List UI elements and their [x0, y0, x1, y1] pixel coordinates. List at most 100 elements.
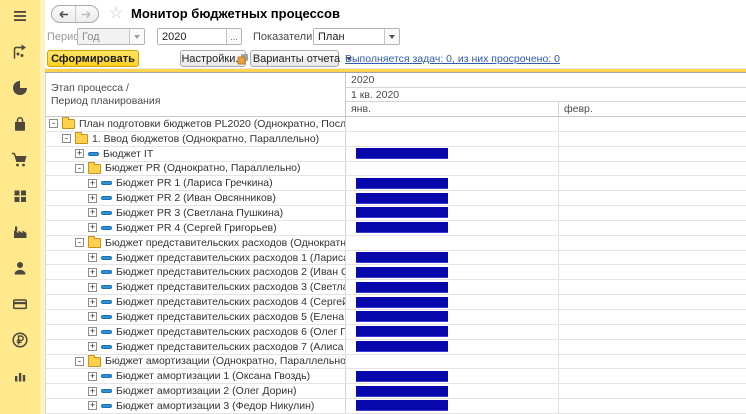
tree-cell: -1. Ввод бюджетов (Однократно, Параллель…	[46, 132, 346, 146]
pie-chart-icon[interactable]	[11, 79, 29, 97]
factory-icon[interactable]	[11, 223, 29, 241]
grid-icon[interactable]	[11, 187, 29, 205]
ruble-icon[interactable]	[11, 331, 29, 349]
report-variants-button[interactable]: Варианты отчета	[250, 50, 339, 67]
table-row[interactable]: -1. Ввод бюджетов (Однократно, Параллель…	[45, 132, 746, 147]
generate-button[interactable]: Сформировать	[47, 50, 139, 67]
table-row[interactable]: - Бюджет амортизации (Однократно, Паралле…	[45, 355, 746, 370]
table-row[interactable]: +Бюджет представительских расходов 5 (Ел…	[45, 310, 746, 325]
tree-cell: -Бюджет PR (Однократно, Параллельно)	[46, 162, 346, 176]
expand-icon[interactable]: +	[88, 253, 97, 262]
expand-icon[interactable]: +	[88, 342, 97, 351]
menu-icon[interactable]	[11, 7, 29, 25]
january-cell	[346, 280, 559, 294]
row-header-cell: Этап процесса / Период планирования	[46, 73, 346, 116]
table-row[interactable]: +Бюджет амортизации 2 (Олег Дорин)	[45, 384, 746, 399]
expand-icon[interactable]: +	[88, 327, 97, 336]
gantt-bar[interactable]	[356, 178, 448, 189]
expand-icon[interactable]: +	[88, 268, 97, 277]
gantt-bar[interactable]	[356, 222, 448, 233]
table-row[interactable]: +Бюджет PR 2 (Иван Овсянников)	[45, 191, 746, 206]
tree-cell: +Бюджет амортизации 2 (Олег Дорин)	[46, 384, 346, 398]
february-cell	[559, 310, 746, 324]
table-row[interactable]: -План подготовки бюджетов PL2020 (Однокр…	[45, 117, 746, 132]
row-label: Бюджет представительских расходов (Однок…	[105, 237, 346, 249]
year-input[interactable]: 2020 ...	[157, 28, 242, 45]
table-row[interactable]: +Бюджет представительских расходов 6 (Ол…	[45, 325, 746, 340]
report-form: ☆ Монитор бюджетных процессов Период: Го…	[45, 0, 746, 414]
table-row[interactable]: +Бюджет амортизации 3 (Федор Никулин)	[45, 399, 746, 414]
tree-cell: +Бюджет представительских расходов 2 (Ив…	[46, 265, 346, 279]
row-label: Бюджет PR 4 (Сергей Григорьев)	[116, 222, 277, 234]
expand-icon[interactable]: +	[88, 179, 97, 188]
table-row[interactable]: +Бюджет амортизации 1 (Оксана Гвоздь)	[45, 369, 746, 384]
gantt-bar[interactable]	[356, 371, 448, 382]
january-cell	[346, 384, 559, 398]
gantt-bar[interactable]	[356, 282, 448, 293]
table-row[interactable]: +Бюджет IT	[45, 147, 746, 162]
table-row[interactable]: - Бюджет представительских расходов (Одно…	[45, 236, 746, 251]
chevron-down-icon[interactable]	[384, 29, 399, 44]
gantt-bar[interactable]	[356, 207, 448, 218]
tasks-link[interactable]: Выполняется задач: 0, из них просрочено:…	[345, 53, 560, 65]
gantt-bar[interactable]	[356, 341, 448, 352]
indicators-combobox[interactable]: План	[313, 28, 400, 45]
year-ellipsis-button[interactable]: ...	[226, 29, 241, 44]
collapse-icon[interactable]: -	[75, 238, 84, 247]
february-cell	[559, 206, 746, 220]
table-row[interactable]: +Бюджет PR 3 (Светлана Пушкина)	[45, 206, 746, 221]
table-row[interactable]: + Бюджет PR 4 (Сергей Григорьев)	[45, 221, 746, 236]
table-body: -План подготовки бюджетов PL2020 (Однокр…	[45, 117, 746, 414]
february-cell	[559, 340, 746, 354]
january-cell	[346, 176, 559, 190]
collapse-icon[interactable]: -	[75, 164, 84, 173]
table-row[interactable]: +Бюджет представительских расходов 1 (Ла…	[45, 251, 746, 266]
table-row[interactable]: +Бюджет представительских расходов 4 (Се…	[45, 295, 746, 310]
gantt-bar[interactable]	[356, 326, 448, 337]
back-button[interactable]	[52, 6, 76, 22]
expand-icon[interactable]: +	[88, 372, 97, 381]
gantt-bar[interactable]	[356, 400, 448, 411]
person-icon[interactable]	[11, 259, 29, 277]
gantt-bar[interactable]	[356, 148, 448, 159]
february-cell	[559, 132, 746, 146]
collapse-icon[interactable]: -	[62, 134, 71, 143]
collapse-icon[interactable]: -	[49, 119, 58, 128]
gantt-bar[interactable]	[356, 252, 448, 263]
gantt-bar[interactable]	[356, 311, 448, 322]
row-label: Бюджет представительских расходов 7 (Али…	[116, 341, 346, 353]
collapse-icon[interactable]: -	[75, 357, 84, 366]
expand-icon[interactable]: +	[75, 149, 84, 158]
table-row[interactable]: + Бюджет представительских расходов 7 (Ал…	[45, 340, 746, 355]
bar-chart-icon[interactable]	[11, 367, 29, 385]
gantt-bar[interactable]	[356, 267, 448, 278]
january-cell	[346, 236, 559, 250]
expand-icon[interactable]: +	[88, 194, 97, 203]
expand-icon[interactable]: +	[88, 387, 97, 396]
table-row[interactable]: +Бюджет представительских расходов 3 (Св…	[45, 280, 746, 295]
gantt-bar[interactable]	[356, 193, 448, 204]
year-value: 2020	[158, 29, 226, 44]
expand-icon[interactable]: +	[88, 312, 97, 321]
favorite-star-icon[interactable]: ☆	[109, 3, 123, 23]
chevron-down-icon[interactable]	[129, 29, 144, 44]
expand-icon[interactable]: +	[88, 223, 97, 232]
expand-icon[interactable]: +	[88, 208, 97, 217]
forward-button[interactable]	[76, 6, 99, 22]
table-row[interactable]: +Бюджет PR 1 (Лариса Гречкина)	[45, 176, 746, 191]
credit-card-icon[interactable]	[11, 295, 29, 313]
expand-icon[interactable]: +	[88, 283, 97, 292]
gantt-bar[interactable]	[356, 297, 448, 308]
business-process-icon[interactable]	[11, 43, 29, 61]
period-combobox[interactable]: Год	[77, 28, 145, 45]
report-variants-icon	[237, 53, 249, 65]
gantt-bar[interactable]	[356, 386, 448, 397]
row-label: Бюджет амортизации (Однократно, Параллел…	[105, 355, 346, 367]
stage-icon	[101, 345, 112, 349]
table-row[interactable]: -Бюджет PR (Однократно, Параллельно)	[45, 162, 746, 177]
shopping-cart-icon[interactable]	[11, 151, 29, 169]
expand-icon[interactable]: +	[88, 401, 97, 410]
table-row[interactable]: +Бюджет представительских расходов 2 (Ив…	[45, 265, 746, 280]
shopping-bag-icon[interactable]	[11, 115, 29, 133]
expand-icon[interactable]: +	[88, 298, 97, 307]
